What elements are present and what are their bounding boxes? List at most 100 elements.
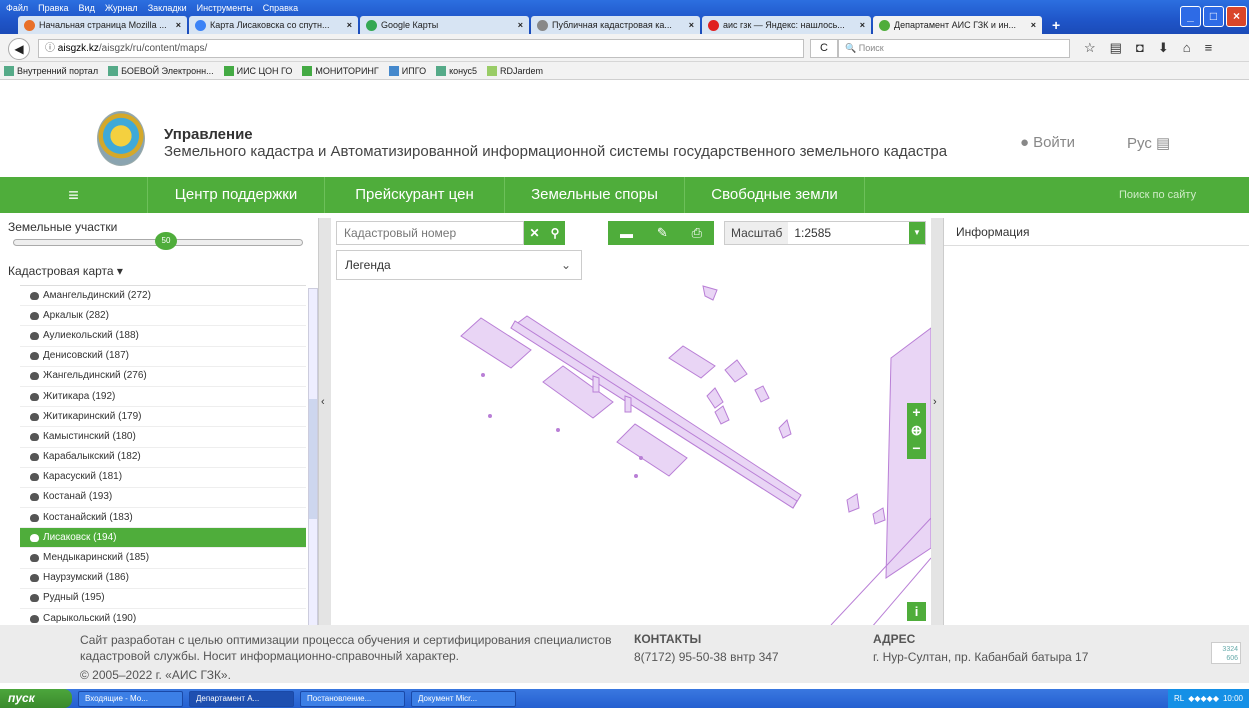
zoom-in-button[interactable]: + <box>907 403 926 421</box>
start-button[interactable]: пуск <box>0 689 72 708</box>
browser-tab[interactable]: Департамент АИС ГЗК и ин... × <box>873 16 1042 34</box>
menu-toggle-icon[interactable]: ≡ <box>0 177 148 213</box>
list-scrollbar[interactable] <box>308 288 318 628</box>
bookmark-item[interactable]: ИИС ЦОН ГО <box>223 62 292 80</box>
browser-tab[interactable]: аис гзк — Яндекс: нашлось... × <box>702 16 871 34</box>
bookmark-item[interactable]: конус5 <box>436 62 477 80</box>
district-item[interactable]: Денисовский (187) <box>20 347 306 367</box>
nav-support[interactable]: Центр поддержки <box>148 177 325 213</box>
legend-dropdown[interactable]: Легенда ⌄ <box>336 250 582 280</box>
ruler-icon[interactable]: ▬ <box>620 226 633 241</box>
nav-free-land[interactable]: Свободные земли <box>685 177 865 213</box>
new-tab-button[interactable]: + <box>1044 16 1060 34</box>
scroll-thumb[interactable] <box>309 399 317 519</box>
parcel-shape[interactable] <box>872 507 886 525</box>
parcel-shape[interactable] <box>714 405 730 425</box>
pocket-icon[interactable]: ◘ <box>1136 40 1144 56</box>
menu-item[interactable]: Закладки <box>148 0 187 16</box>
close-icon[interactable]: × <box>860 16 865 34</box>
district-item[interactable]: Карабалыкский (182) <box>20 448 306 468</box>
reload-button[interactable]: C <box>810 39 838 58</box>
parcel-shape[interactable] <box>702 285 718 301</box>
parcel-shape[interactable] <box>510 320 798 509</box>
bookmark-item[interactable]: RDJardem <box>487 62 543 80</box>
parcel-shape[interactable] <box>846 493 860 513</box>
home-icon[interactable]: ⌂ <box>1183 40 1191 56</box>
search-icon[interactable]: ⚲ <box>551 226 560 240</box>
parcel-shape[interactable] <box>668 345 716 379</box>
district-item[interactable]: Житикара (192) <box>20 387 306 408</box>
district-item[interactable]: Аркалык (282) <box>20 306 306 327</box>
district-item[interactable]: Костанайский (183) <box>20 508 306 529</box>
parcel-shape[interactable] <box>778 419 792 439</box>
menu-item[interactable]: Вид <box>79 0 95 16</box>
login-link[interactable]: ● Войти <box>1020 134 1075 151</box>
district-item[interactable]: Сарыкольский (190) <box>20 609 306 625</box>
download-icon[interactable]: ⬇ <box>1158 40 1169 56</box>
visit-counter[interactable]: 3324 606 <box>1211 642 1241 664</box>
taskbar-item[interactable]: Постановление... <box>300 690 405 707</box>
taskbar-item[interactable]: Департамент А... <box>189 690 294 707</box>
nav-disputes[interactable]: Земельные споры <box>505 177 685 213</box>
parcel-shape[interactable] <box>592 375 600 393</box>
menu-item[interactable]: Файл <box>6 0 28 16</box>
map-type-select[interactable]: Кадастровая карта ▾ <box>8 264 123 278</box>
browser-tab[interactable]: Карта Лисаковска со спутн... × <box>189 16 358 34</box>
collapse-right-panel[interactable]: › <box>931 218 944 625</box>
scale-select[interactable]: Масштаб 1:2585 ▼ <box>724 221 926 245</box>
taskbar-item[interactable]: Входящие - Мо... <box>78 690 183 707</box>
url-bar[interactable]: ⓘ aisgzk.kz/aisgzk/ru/content/maps/ <box>38 39 804 58</box>
close-icon[interactable]: × <box>518 16 523 34</box>
district-item[interactable]: Жангельдинский (276) <box>20 367 306 387</box>
district-item[interactable]: Наурзумский (186) <box>20 569 306 589</box>
menu-item[interactable]: Справка <box>263 0 298 16</box>
close-icon[interactable]: × <box>1031 16 1036 34</box>
district-item[interactable]: Рудный (195) <box>20 589 306 609</box>
menu-item[interactable]: Правка <box>38 0 68 16</box>
language-select[interactable]: Рус ▤ <box>1127 134 1170 152</box>
district-item[interactable]: Лисаковск (194) <box>20 528 306 549</box>
close-icon[interactable]: × <box>347 16 352 34</box>
menu-item[interactable]: Инструменты <box>197 0 253 16</box>
browser-tab[interactable]: Google Карты × <box>360 16 529 34</box>
bookmark-item[interactable]: МОНИТОРИНГ <box>302 62 379 80</box>
close-icon[interactable]: × <box>176 16 181 34</box>
browser-tab[interactable]: Публичная кадастровая ка... × <box>531 16 700 34</box>
print-icon[interactable]: ⎙ <box>692 225 702 241</box>
district-item[interactable]: Аулиекольский (188) <box>20 326 306 347</box>
library-icon[interactable]: ▤ <box>1110 40 1122 56</box>
star-icon[interactable]: ☆ <box>1084 40 1096 56</box>
back-button[interactable]: ◀ <box>8 38 30 60</box>
map-canvas[interactable]: Кадастровый номер ✕ ⚲ ▬ ✎ ⎙ Масштаб 1:25… <box>331 218 931 625</box>
nav-prices[interactable]: Прейскурант цен <box>325 177 505 213</box>
pencil-icon[interactable]: ✎ <box>657 225 668 241</box>
parcel-shape[interactable] <box>706 387 724 409</box>
menu-item[interactable]: Журнал <box>105 0 138 16</box>
bookmark-item[interactable]: Внутренний портал <box>4 62 98 80</box>
district-item[interactable]: Житикаринский (179) <box>20 407 306 428</box>
browser-tab[interactable]: Начальная страница Mozilla ... × <box>18 16 187 34</box>
zoom-out-button[interactable]: − <box>907 439 926 457</box>
district-item[interactable]: Амангельдинский (272) <box>20 286 306 307</box>
site-search-input[interactable]: Поиск по сайту <box>1069 177 1249 213</box>
district-item[interactable]: Костанай (193) <box>20 488 306 509</box>
slider-handle[interactable]: 50 <box>155 232 177 250</box>
district-item[interactable]: Карасуский (181) <box>20 468 306 488</box>
cadastral-number-input[interactable]: Кадастровый номер <box>336 221 524 245</box>
tray-language[interactable]: RL <box>1174 689 1184 708</box>
bookmark-item[interactable]: ИПГО <box>388 62 426 80</box>
bookmark-item[interactable]: БОЕВОЙ Электронн... <box>108 62 214 80</box>
close-icon[interactable]: × <box>689 16 694 34</box>
clear-icon[interactable]: ✕ <box>530 226 540 240</box>
district-item[interactable]: Камыстинский (180) <box>20 427 306 448</box>
parcel-shape[interactable] <box>724 359 748 383</box>
hamburger-menu-icon[interactable]: ≡ <box>1205 40 1213 56</box>
parcel-shape[interactable] <box>624 395 632 413</box>
globe-icon[interactable]: ⊕ <box>907 421 926 439</box>
district-item[interactable]: Мендыкаринский (185) <box>20 548 306 569</box>
taskbar-item[interactable]: Документ Micr... <box>411 690 516 707</box>
browser-search-input[interactable]: 🔍 Поиск <box>838 39 1070 58</box>
info-icon[interactable]: i <box>907 602 926 621</box>
collapse-left-panel[interactable]: ‹ <box>318 218 331 625</box>
parcel-shape[interactable] <box>754 385 770 403</box>
